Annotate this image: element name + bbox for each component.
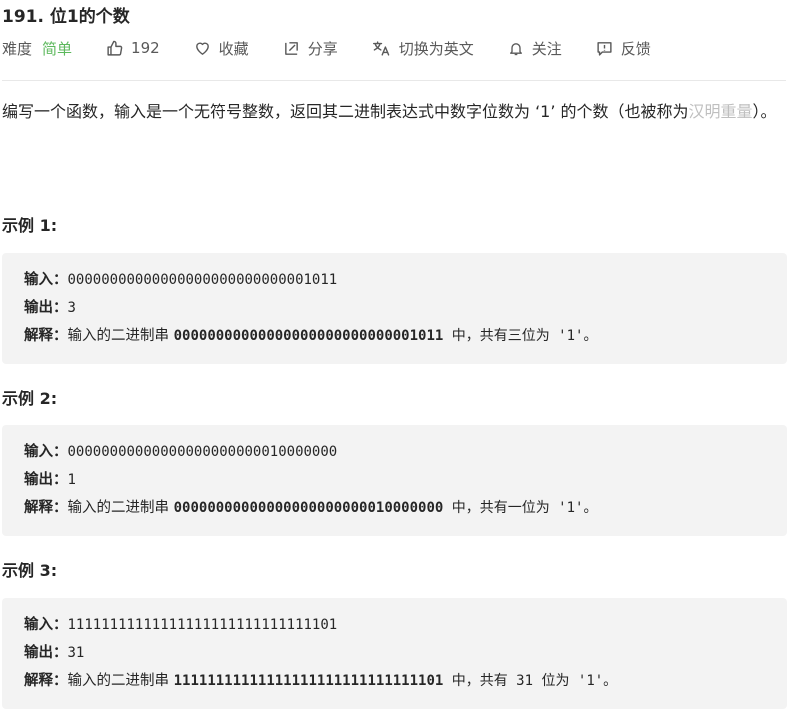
explain-bits: 11111111111111111111111111111101 — [173, 673, 444, 689]
problem-title: 191. 位1的个数 — [2, 7, 130, 27]
favorite-button[interactable]: 收藏 — [194, 38, 249, 59]
divider — [2, 80, 786, 81]
explain-suffix: 中，共有一位为 '1'。 — [443, 500, 598, 516]
description-text-end: ）。 — [752, 102, 777, 121]
feedback-label: 反馈 — [620, 39, 651, 58]
explain-label: 解释： — [24, 500, 68, 516]
input-label: 输入： — [24, 272, 68, 288]
example-1-box: 输入：00000000000000000000000000001011 输出：3… — [2, 253, 787, 364]
explain-prefix: 输入的二进制串 — [67, 500, 174, 516]
explain-suffix: 中，共有 31 位为 '1'。 — [443, 673, 618, 689]
share-icon — [284, 41, 298, 55]
translate-icon — [372, 40, 389, 56]
like-button[interactable]: 192 — [106, 39, 160, 57]
output-label: 输出： — [24, 645, 68, 661]
example-output-line: 输出：3 — [24, 294, 765, 322]
switch-language-button[interactable]: 切换为英文 — [372, 38, 474, 59]
like-count: 192 — [131, 39, 160, 57]
output-value: 31 — [67, 645, 85, 661]
difficulty-label: 难度 — [2, 39, 33, 58]
example-3-box: 输入：11111111111111111111111111111101 输出：3… — [2, 598, 787, 709]
explain-prefix: 输入的二进制串 — [67, 328, 174, 344]
example-3-heading: 示例 3: — [2, 561, 58, 580]
explain-bits: 00000000000000000000000010000000 — [173, 500, 444, 516]
problem-description: 编写一个函数，输入是一个无符号整数，返回其二进制表达式中数字位数为 ‘1’ 的个… — [2, 99, 786, 125]
hamming-weight-link[interactable]: 汉明重量 — [689, 102, 753, 121]
example-input-line: 输入：00000000000000000000000000001011 — [24, 266, 765, 294]
example-explain-line: 解释：输入的二进制串 00000000000000000000000010000… — [24, 494, 765, 522]
output-value: 3 — [67, 300, 76, 316]
input-value: 00000000000000000000000000001011 — [67, 272, 338, 288]
example-2-box: 输入：00000000000000000000000010000000 输出：1… — [2, 425, 787, 536]
switch-language-label: 切换为英文 — [398, 39, 474, 58]
explain-bits: 00000000000000000000000000001011 — [173, 328, 444, 344]
problem-meta-bar: 难度 简单 192 收藏 分享 切换为英文 关注 反馈 — [2, 38, 685, 58]
thumbs-up-icon — [107, 40, 123, 56]
heart-icon — [195, 42, 209, 55]
output-label: 输出： — [24, 300, 68, 316]
favorite-label: 收藏 — [218, 39, 249, 58]
explain-prefix: 输入的二进制串 — [67, 673, 174, 689]
input-label: 输入： — [24, 444, 68, 460]
input-value: 00000000000000000000000010000000 — [67, 444, 338, 460]
follow-button[interactable]: 关注 — [508, 38, 562, 59]
share-label: 分享 — [307, 39, 338, 58]
example-2-heading: 示例 2: — [2, 389, 58, 408]
feedback-button[interactable]: 反馈 — [596, 38, 651, 59]
output-value: 1 — [67, 472, 76, 488]
example-output-line: 输出：1 — [24, 466, 765, 494]
example-input-line: 输入：00000000000000000000000010000000 — [24, 438, 765, 466]
explain-suffix: 中，共有三位为 '1'。 — [443, 328, 598, 344]
example-explain-line: 解释：输入的二进制串 11111111111111111111111111111… — [24, 667, 765, 695]
example-input-line: 输入：11111111111111111111111111111101 — [24, 611, 765, 639]
example-1-heading: 示例 1: — [2, 216, 58, 235]
input-label: 输入： — [24, 617, 68, 633]
description-text: 编写一个函数，输入是一个无符号整数，返回其二进制表达式中数字位数为 ‘1’ 的个… — [2, 102, 689, 121]
example-explain-line: 解释：输入的二进制串 00000000000000000000000000001… — [24, 322, 765, 350]
feedback-icon — [597, 41, 612, 56]
output-label: 输出： — [24, 472, 68, 488]
difficulty-badge: 简单 — [42, 39, 73, 58]
bell-icon — [509, 42, 522, 55]
follow-label: 关注 — [531, 39, 562, 58]
example-output-line: 输出：31 — [24, 639, 765, 667]
explain-label: 解释： — [24, 328, 68, 344]
input-value: 11111111111111111111111111111101 — [67, 617, 338, 633]
explain-label: 解释： — [24, 673, 68, 689]
share-button[interactable]: 分享 — [283, 38, 338, 59]
